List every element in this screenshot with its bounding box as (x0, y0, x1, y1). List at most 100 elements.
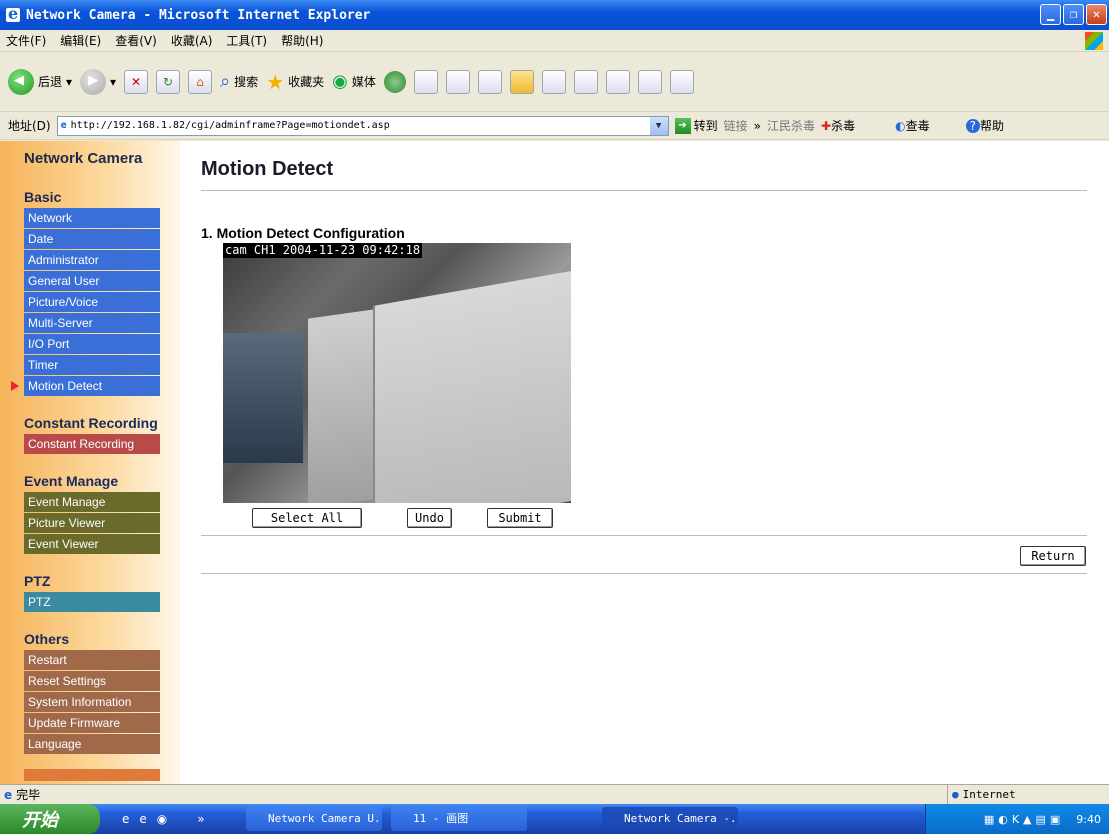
star-icon: ★ (266, 69, 285, 94)
sidebar-item-restart[interactable]: Restart (24, 650, 160, 670)
section-title: 1. Motion Detect Configuration (201, 225, 405, 241)
sidebar-item-update-firmware[interactable]: Update Firmware (24, 713, 160, 733)
system-tray: ▦◐K▲▤▣ 9:40 (925, 804, 1109, 834)
divider (201, 190, 1087, 191)
sidebar-item-constant-recording[interactable]: Constant Recording (24, 434, 160, 454)
favorites-button[interactable]: ★ 收藏夹 (266, 70, 324, 94)
people-icon[interactable] (669, 69, 694, 94)
status-text: 完毕 (16, 788, 41, 802)
close-button[interactable]: ✕ (1086, 4, 1107, 25)
home-icon[interactable]: ⌂ (188, 69, 213, 94)
stop-icon[interactable]: ✕ (124, 69, 149, 94)
main-content: Motion Detect 1. Motion Detect Configura… (201, 141, 1087, 574)
links-label[interactable]: 链接 (724, 117, 748, 134)
quick-launch-ie-icon[interactable]: e (122, 812, 129, 826)
divider (201, 573, 1087, 574)
go-button[interactable]: ➔ 转到 (674, 117, 718, 134)
select-all-button[interactable]: Select All (252, 508, 362, 528)
sidebar-item-language[interactable]: Language (24, 734, 160, 754)
go-arrow-icon: ➔ (674, 117, 691, 134)
media-button[interactable]: ◉ 媒体 (332, 71, 376, 92)
zone-text: Internet (962, 788, 1016, 801)
forward-icon (80, 68, 107, 95)
quick-launch-desktop-icon[interactable]: ◉ (157, 812, 167, 826)
folder-icon[interactable] (509, 69, 534, 94)
tray-icons[interactable]: ▦◐K▲▤▣ (984, 813, 1064, 826)
menu-help[interactable]: 帮助(H) (281, 32, 323, 49)
maximize-button[interactable]: ❐ (1063, 4, 1084, 25)
messenger-icon[interactable] (541, 69, 566, 94)
sidebar-item-system-information[interactable]: System Information (24, 692, 160, 712)
task-paint[interactable]: 11 - 画图 (391, 807, 527, 831)
search-icon: ⌕ (220, 71, 231, 92)
sidebar-item-io-port[interactable]: I/O Port (24, 334, 160, 354)
sidebar-item-ptz[interactable]: PTZ (24, 592, 160, 612)
back-icon (8, 68, 34, 95)
page-title: Motion Detect (201, 158, 334, 180)
address-dropdown-icon[interactable]: ▼ (649, 116, 668, 135)
sidebar-item-timer[interactable]: Timer (24, 355, 160, 375)
quick-launch-ie2-icon[interactable]: e (139, 812, 146, 826)
quick-launch-chevron[interactable]: » (197, 812, 204, 826)
section-basic: Basic (24, 189, 62, 205)
menu-file[interactable]: 文件(F) (6, 32, 46, 49)
cross-icon: ✚ (821, 119, 832, 133)
scan-icon: ◐ (895, 119, 906, 133)
page-viewport: Network Camera Basic Network Date Admini… (0, 141, 1109, 784)
sidebar-brand: Network Camera (24, 150, 143, 167)
undo-button[interactable]: Undo (407, 508, 452, 528)
return-button[interactable]: Return (1020, 546, 1086, 566)
sidebar-item-general-user[interactable]: General User (24, 271, 160, 291)
search-button[interactable]: ⌕ 搜索 (220, 71, 258, 92)
history-icon[interactable] (383, 70, 406, 93)
section-ptz: PTZ (24, 573, 51, 589)
jiangmin-label[interactable]: 江民杀毒 (767, 117, 815, 134)
sidebar-item-event-manage[interactable]: Event Manage (24, 492, 160, 512)
button-row: Select All Undo Submit (201, 508, 1087, 530)
sidebar-item-picture-voice[interactable]: Picture/Voice (24, 292, 160, 312)
edit-icon[interactable] (477, 69, 502, 94)
preview-monitor (223, 333, 303, 463)
submit-button[interactable]: Submit (487, 508, 553, 528)
menu-view[interactable]: 查看(V) (115, 32, 157, 49)
refresh-icon[interactable]: ↻ (156, 69, 181, 94)
sidebar-item-motion-detect[interactable]: Motion Detect (11, 376, 160, 396)
forward-button[interactable]: ▾ (80, 68, 116, 95)
scan-button[interactable]: ◐查毒 (895, 117, 930, 134)
menu-tools[interactable]: 工具(T) (226, 32, 267, 49)
globe-icon: ● (952, 788, 959, 801)
sidebar-item-date[interactable]: Date (24, 229, 160, 249)
sidebar-item-reset-settings[interactable]: Reset Settings (24, 671, 160, 691)
menu-edit[interactable]: 编辑(E) (60, 32, 101, 49)
help-button[interactable]: ? 帮助 (965, 117, 1004, 134)
menu-favorites[interactable]: 收藏(A) (171, 32, 213, 49)
camera-overlay-text: cam CH1 2004-11-23 09:42:18 (223, 243, 423, 258)
user-icon[interactable] (605, 69, 630, 94)
page-icon: e (60, 120, 67, 131)
mail-icon[interactable] (413, 69, 438, 94)
sidebar-item-event-viewer[interactable]: Event Viewer (24, 534, 160, 554)
address-url: http://192.168.1.82/cgi/adminframe?Page=… (70, 120, 390, 131)
task-network-camera[interactable]: Network Camera -... (602, 807, 738, 831)
kill-button[interactable]: ✚杀毒 (821, 117, 855, 134)
task-network-camera-u[interactable]: Network Camera U... (246, 807, 382, 831)
sidebar-item-administrator[interactable]: Administrator (24, 250, 160, 270)
sidebar-item-network[interactable]: Network (24, 208, 160, 228)
address-label: 地址(D) (8, 119, 51, 133)
research-icon[interactable] (637, 69, 662, 94)
ie-icon (6, 4, 20, 23)
sidebar-item-cut-off[interactable] (24, 769, 160, 781)
sidebar-item-picture-viewer[interactable]: Picture Viewer (24, 513, 160, 533)
address-bar: 地址(D) e http://192.168.1.82/cgi/adminfra… (0, 112, 1109, 140)
print-icon[interactable] (445, 69, 470, 94)
qq-icon[interactable] (573, 69, 598, 94)
start-button[interactable]: 开始 (0, 804, 100, 834)
minimize-button[interactable]: ▁ (1040, 4, 1061, 25)
window-title: Network Camera - Microsoft Internet Expl… (26, 7, 371, 23)
sidebar-item-multi-server[interactable]: Multi-Server (24, 313, 160, 333)
back-button[interactable]: 后退 ▾ (8, 68, 72, 95)
camera-preview[interactable]: cam CH1 2004-11-23 09:42:18 (223, 243, 571, 503)
links-chevron[interactable]: » (754, 119, 761, 133)
section-constant-recording: Constant Recording (24, 415, 158, 431)
address-input[interactable]: e http://192.168.1.82/cgi/adminframe?Pag… (56, 115, 669, 136)
